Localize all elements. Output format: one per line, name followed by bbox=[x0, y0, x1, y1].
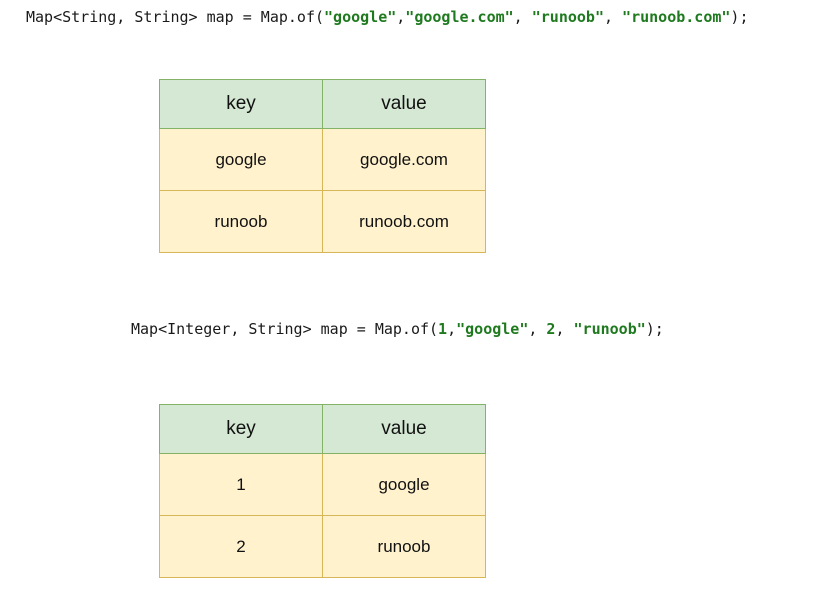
integer-map-table: key value 1 google 2 runoob bbox=[159, 404, 486, 578]
code-text: Map<Integer, String> map = Map.of( bbox=[131, 320, 439, 338]
string-literal: "runoob" bbox=[531, 8, 604, 26]
header-value: value bbox=[322, 404, 486, 454]
table-row: 1 google bbox=[159, 453, 486, 516]
code-text: , bbox=[396, 8, 406, 26]
code-line-string-map: Map<String, String> map = Map.of("google… bbox=[26, 7, 748, 27]
cell-key: 2 bbox=[159, 515, 323, 578]
code-text: , bbox=[513, 8, 532, 26]
table-row: runoob runoob.com bbox=[159, 190, 486, 253]
table-header-row: key value bbox=[159, 79, 486, 129]
string-literal: "google.com" bbox=[405, 8, 514, 26]
header-value: value bbox=[322, 79, 486, 129]
code-text: , bbox=[603, 8, 623, 26]
header-key: key bbox=[159, 404, 323, 454]
cell-value: google.com bbox=[322, 128, 486, 191]
cell-key: runoob bbox=[159, 190, 323, 253]
code-text: ); bbox=[645, 320, 664, 338]
table-header-row: key value bbox=[159, 404, 486, 454]
header-key: key bbox=[159, 79, 323, 129]
table-row: google google.com bbox=[159, 128, 486, 191]
cell-value: google bbox=[322, 453, 486, 516]
string-literal: "runoob.com" bbox=[622, 8, 731, 26]
code-line-integer-map: Map<Integer, String> map = Map.of(1,"goo… bbox=[131, 319, 664, 339]
cell-value: runoob.com bbox=[322, 190, 486, 253]
code-text: , bbox=[528, 320, 547, 338]
code-text: ); bbox=[730, 8, 749, 26]
code-text: , bbox=[447, 320, 457, 338]
cell-key: 1 bbox=[159, 453, 323, 516]
cell-value: runoob bbox=[322, 515, 486, 578]
table-row: 2 runoob bbox=[159, 515, 486, 578]
string-literal: "runoob" bbox=[573, 320, 646, 338]
code-text: , bbox=[555, 320, 574, 338]
cell-key: google bbox=[159, 128, 323, 191]
string-literal: "google" bbox=[456, 320, 529, 338]
string-map-table: key value google google.com runoob runoo… bbox=[159, 79, 486, 253]
string-literal: "google" bbox=[324, 8, 397, 26]
number-literal: 1 bbox=[438, 320, 448, 338]
code-text: Map<String, String> map = Map.of( bbox=[26, 8, 325, 26]
